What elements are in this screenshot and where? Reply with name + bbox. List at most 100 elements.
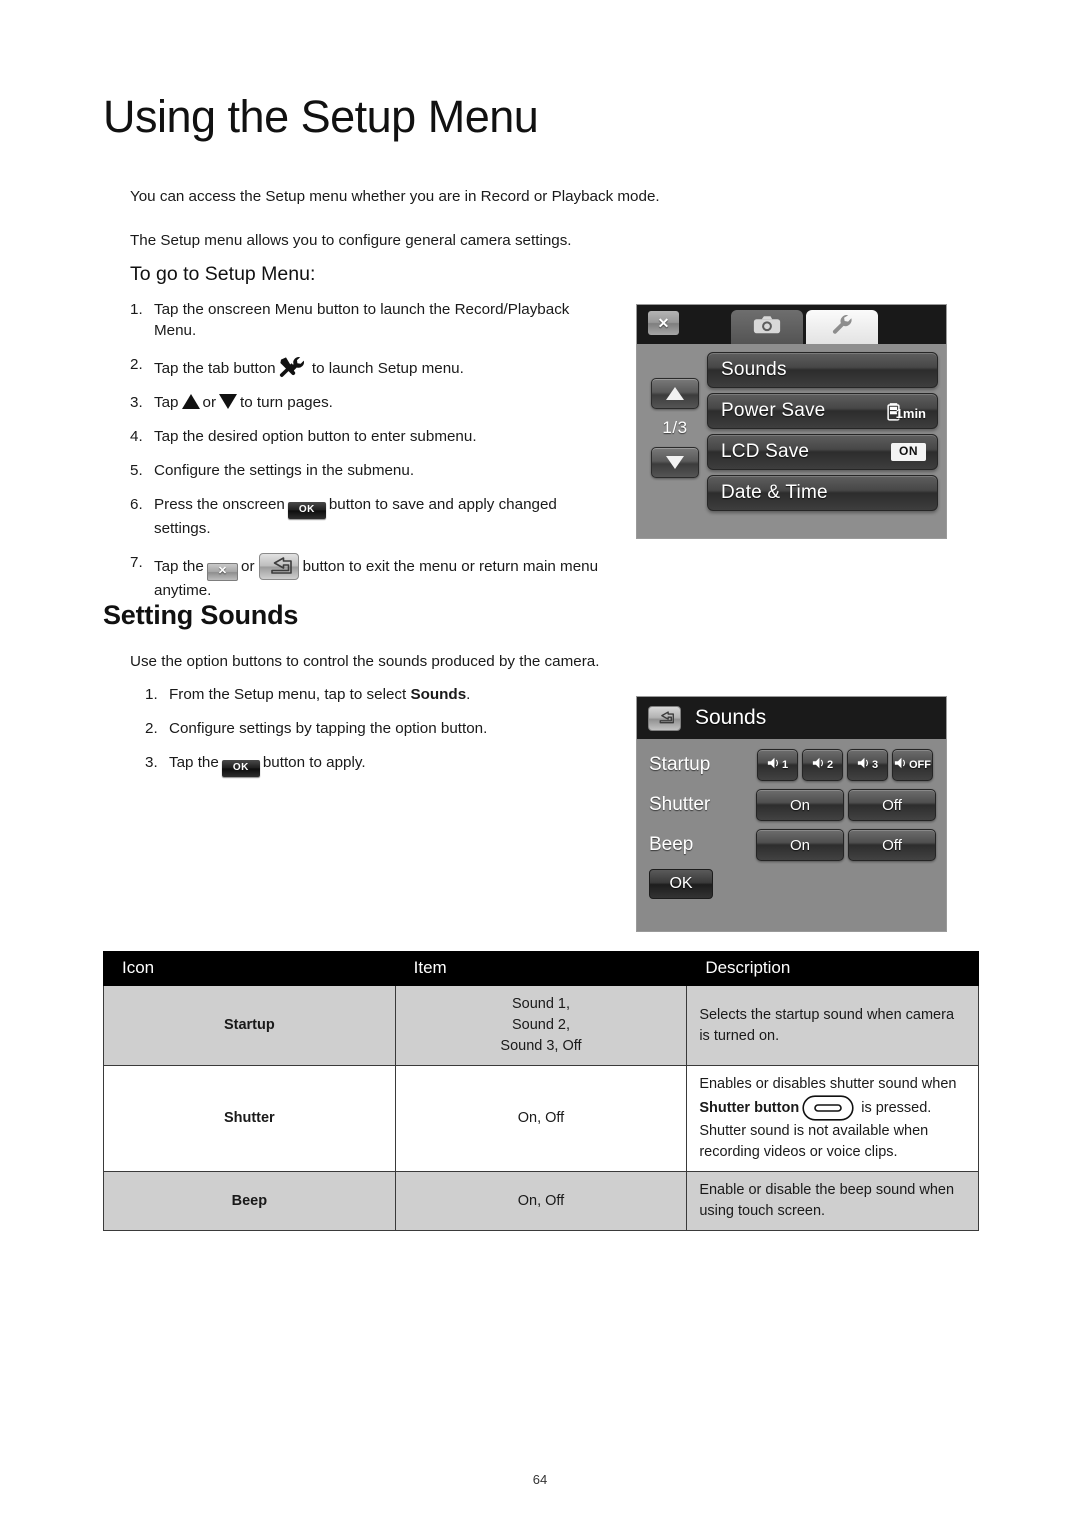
beep-options: On Off — [756, 829, 936, 861]
startup-options: 1 2 3 OFF — [757, 749, 933, 781]
step-text: Tap the — [154, 557, 204, 575]
beep-on-button[interactable]: On — [756, 829, 844, 861]
page-up-button[interactable] — [651, 378, 699, 409]
startup-sound-off-button[interactable]: OFF — [892, 749, 933, 781]
step-text: Tap — [154, 393, 179, 411]
list-item: 3. Tap or to turn pages. — [130, 393, 610, 414]
cell-description: Selects the startup sound when camera is… — [686, 984, 979, 1067]
step-number: 2. — [130, 355, 143, 373]
camera-icon — [752, 314, 782, 340]
table-header-row: Icon Item Description — [103, 951, 979, 986]
list-item: 3. Tap the OK button to apply. — [145, 753, 615, 777]
speaker-icon — [812, 756, 826, 775]
column-header-icon: Icon — [103, 951, 396, 986]
menu-item-power-save[interactable]: Power Save 1min — [707, 393, 938, 429]
cell-item: On, Off — [394, 1171, 688, 1232]
menu-item-label: LCD Save — [721, 441, 810, 462]
row-label: Shutter — [649, 794, 711, 815]
triangle-down-icon — [666, 456, 684, 469]
desc-text-pre: Enables or disables shutter sound when — [699, 1076, 957, 1093]
list-item: 6. Press the onscreen OK button to save an… — [130, 495, 610, 540]
cell-icon: Shutter — [103, 1065, 396, 1173]
menu-item-value: 1min — [887, 402, 937, 421]
power-save-value: 1min — [895, 405, 926, 421]
shutter-button-icon — [802, 1095, 854, 1121]
setup-steps-list: 1. Tap the onscreen Menu button to launc… — [130, 300, 610, 615]
cell-icon: Beep — [103, 1171, 396, 1232]
startup-sound-3-button[interactable]: 3 — [847, 749, 888, 781]
step-number: 1. — [130, 301, 143, 318]
close-icon[interactable]: ✕ — [648, 311, 679, 335]
lcd-setup-body: 1/3 Sounds Power Save 1min LCD Save ON D… — [637, 344, 946, 538]
step-text: Press the onscreen — [154, 495, 285, 513]
cell-icon: Startup — [103, 984, 396, 1067]
menu-item-date-time[interactable]: Date & Time — [707, 475, 938, 511]
speaker-icon — [894, 756, 908, 775]
beep-off-button[interactable]: Off — [848, 829, 936, 861]
menu-item-label: Power Save — [721, 400, 826, 421]
sounds-screen-body: Startup 1 2 3 OFF Shutter On Off Beep On… — [637, 739, 946, 931]
page-down-button[interactable] — [651, 447, 699, 478]
menu-item-label: Sounds — [721, 359, 787, 380]
step-number: 5. — [130, 461, 143, 479]
step-text: Tap the desired option button to enter s… — [154, 427, 477, 445]
intro-paragraph-1: You can access the Setup menu whether yo… — [130, 188, 660, 205]
setup-menu-list: Sounds Power Save 1min LCD Save ON Date … — [707, 352, 938, 516]
intro-paragraph-2: The Setup menu allows you to configure g… — [130, 232, 572, 249]
menu-item-sounds[interactable]: Sounds — [707, 352, 938, 388]
sounds-row-beep: Beep On Off — [649, 829, 936, 861]
step-text-mid: or — [202, 393, 217, 411]
list-item: 5. Configure the settings in the submenu… — [130, 461, 610, 482]
cell-description: Enable or disable the beep sound when us… — [686, 1171, 979, 1232]
shutter-off-button[interactable]: Off — [848, 789, 936, 821]
option-label: 2 — [826, 759, 834, 771]
step-text: Tap the onscreen Menu button to launch t… — [154, 301, 570, 339]
step-number: 3. — [145, 753, 158, 771]
list-item: 1. Tap the onscreen Menu button to launc… — [130, 300, 610, 342]
page-navigation: 1/3 — [651, 378, 699, 478]
wrench-icon — [830, 313, 855, 341]
step-number: 7. — [130, 553, 143, 571]
return-icon[interactable] — [648, 705, 681, 731]
desc-text-bold: Shutter button — [699, 1100, 800, 1117]
close-button-icon: ✕ — [206, 562, 239, 581]
speaker-icon — [767, 756, 781, 775]
ok-button-icon: OK — [287, 501, 326, 519]
row-label: Beep — [649, 834, 694, 855]
row-label: Startup — [649, 754, 711, 775]
shutter-options: On Off — [756, 789, 936, 821]
startup-sound-1-button[interactable]: 1 — [757, 749, 798, 781]
triangle-up-icon — [181, 393, 200, 409]
step-text-tail: to launch Setup menu. — [311, 359, 464, 377]
sounds-screen-header: Sounds — [637, 697, 946, 739]
startup-sound-2-button[interactable]: 2 — [802, 749, 843, 781]
list-item: 2. Configure settings by tapping the opt… — [145, 719, 615, 740]
step-text: Tap the tab button — [154, 359, 276, 377]
tab-settings[interactable] — [806, 310, 878, 344]
menu-item-lcd-save[interactable]: LCD Save ON — [707, 434, 938, 470]
shutter-on-button[interactable]: On — [756, 789, 844, 821]
list-item: 2. Tap the tab button to launch Setup me… — [130, 355, 610, 380]
menu-item-label: Date & Time — [721, 482, 828, 503]
step-text: Configure the settings in the submenu. — [154, 461, 415, 479]
menu-item-value: ON — [891, 443, 937, 461]
sidebar-item-record-tab[interactable] — [731, 310, 803, 344]
sounds-intro-paragraph: Use the option buttons to control the so… — [130, 653, 600, 670]
step-text-bold: Sounds — [410, 686, 467, 703]
triangle-down-icon — [219, 393, 238, 409]
sounds-steps-list: 1. From the Setup menu, tap to select So… — [145, 685, 615, 790]
column-header-item: Item — [394, 951, 688, 986]
cell-item: Sound 1, Sound 2, Sound 3, Off — [394, 984, 688, 1067]
cell-item: On, Off — [394, 1065, 688, 1173]
page-title: Using the Setup Menu — [103, 91, 539, 142]
page-number: 64 — [532, 1472, 548, 1487]
ok-button[interactable]: OK — [649, 869, 713, 899]
step-text-tail: button to apply. — [262, 753, 366, 771]
table-row: Beep On, Off Enable or disable the beep … — [103, 1171, 979, 1232]
sounds-row-shutter: Shutter On Off — [649, 789, 936, 821]
step-text-tail: . — [466, 686, 471, 703]
status-badge: ON — [891, 443, 926, 461]
list-item: 4. Tap the desired option button to ente… — [130, 427, 610, 448]
speaker-icon — [857, 756, 871, 775]
sounds-section-heading: Setting Sounds — [103, 600, 299, 630]
